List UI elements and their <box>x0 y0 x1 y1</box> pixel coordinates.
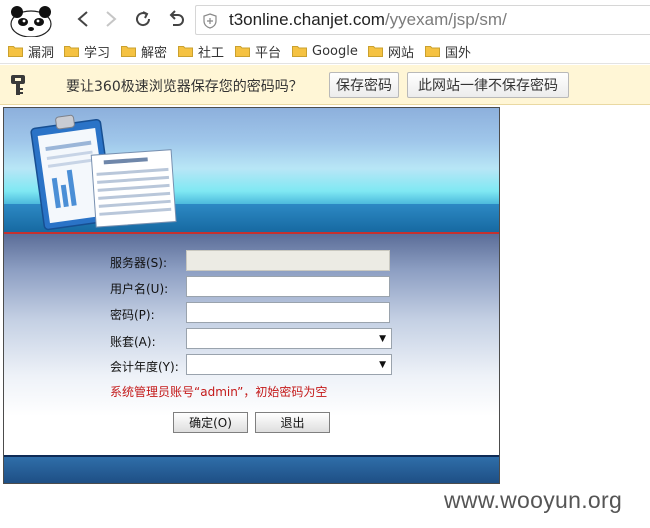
folder-icon <box>292 46 307 57</box>
back-icon[interactable] <box>72 8 94 30</box>
password-label: 密码(P): <box>110 308 155 322</box>
username-field[interactable] <box>186 276 390 297</box>
forward-icon[interactable] <box>100 8 122 30</box>
bookmark-label: 解密 <box>141 45 168 61</box>
account-set-select[interactable]: ▼ <box>186 328 392 349</box>
bookmark-label: 社工 <box>198 45 225 61</box>
bookmark-label: 学习 <box>84 45 111 61</box>
bookmark-item[interactable]: 网站 <box>368 42 415 61</box>
admin-hint: 系统管理员账号“admin”，初始密码为空 <box>110 385 328 399</box>
bookmark-label: Google <box>312 43 358 59</box>
url-path: /yyexam/jsp/sm/ <box>384 10 507 29</box>
bookmark-item[interactable]: 国外 <box>425 42 472 61</box>
password-field[interactable] <box>186 302 390 323</box>
account-set-label: 账套(A): <box>110 335 156 349</box>
save-password-message: 要让360极速浏览器保存您的密码吗？ <box>66 79 303 95</box>
security-shield-icon[interactable] <box>203 13 217 33</box>
exit-button[interactable]: 退出 <box>255 412 330 433</box>
fiscal-year-select[interactable]: ▼ <box>186 354 392 375</box>
folder-icon <box>178 46 193 57</box>
bookmark-item[interactable]: 社工 <box>178 42 225 61</box>
save-password-infobar: 要让360极速浏览器保存您的密码吗？ 保存密码 此网站一律不保存密码 <box>0 65 650 105</box>
browser-toolbar: t3online.chanjet.com/yyexam/jsp/sm/ <box>0 0 650 40</box>
login-window: 服务器(S): 用户名(U): 密码(P): 账套(A): ▼ 会计年度(Y):… <box>3 107 500 484</box>
address-bar[interactable]: t3online.chanjet.com/yyexam/jsp/sm/ <box>195 5 650 35</box>
server-label: 服务器(S): <box>110 256 168 270</box>
dropdown-arrow-icon[interactable]: ▼ <box>379 360 386 370</box>
bookmark-item[interactable]: 解密 <box>121 42 168 61</box>
browser-logo-icon[interactable] <box>8 3 54 38</box>
folder-icon <box>425 46 440 57</box>
folder-icon <box>64 46 79 57</box>
folder-icon <box>121 46 136 57</box>
bookmark-label: 漏洞 <box>28 45 55 61</box>
bookmarks-bar: 漏洞 学习 解密 社工 平台 Google 网站 国外 <box>0 40 650 64</box>
url-host: t3online.chanjet.com <box>229 10 385 29</box>
watermark: www.wooyun.org <box>444 487 623 513</box>
folder-icon <box>8 46 23 57</box>
bookmark-label: 平台 <box>255 45 282 61</box>
save-password-button[interactable]: 保存密码 <box>329 72 399 98</box>
ok-button[interactable]: 确定(O) <box>173 412 248 433</box>
undo-close-icon[interactable] <box>165 8 187 30</box>
never-save-password-button[interactable]: 此网站一律不保存密码 <box>407 72 569 98</box>
bookmark-label: 网站 <box>388 45 415 61</box>
bookmark-item[interactable]: 漏洞 <box>8 42 55 61</box>
key-icon <box>9 74 27 100</box>
username-label: 用户名(U): <box>110 282 169 296</box>
bookmark-item[interactable]: 平台 <box>235 42 282 61</box>
bookmark-label: 国外 <box>445 45 472 61</box>
reload-icon[interactable] <box>132 8 154 30</box>
dropdown-arrow-icon[interactable]: ▼ <box>379 334 386 344</box>
folder-icon <box>235 46 250 57</box>
fiscal-year-label: 会计年度(Y): <box>110 360 179 374</box>
bookmark-item[interactable]: 学习 <box>64 42 111 61</box>
login-footer-bar <box>4 455 499 483</box>
bookmark-item[interactable]: Google <box>292 42 358 60</box>
server-field[interactable] <box>186 250 390 271</box>
url-text: t3online.chanjet.com/yyexam/jsp/sm/ <box>229 10 507 30</box>
folder-icon <box>368 46 383 57</box>
report-clipboard-icon <box>30 114 177 231</box>
